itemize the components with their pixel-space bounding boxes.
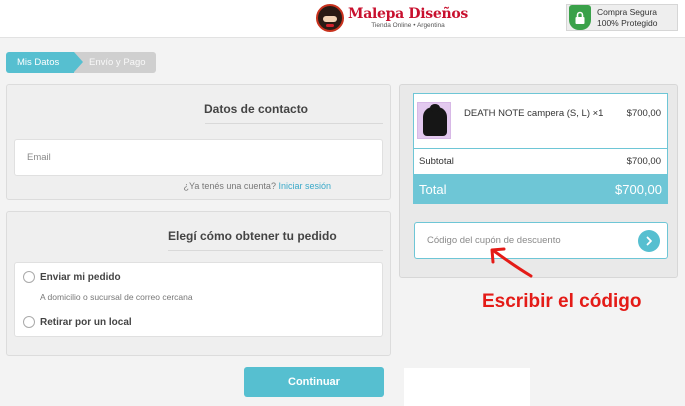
product-name: DEATH NOTE campera (S, L) ×1 (464, 108, 604, 119)
radio-retirar-local[interactable] (23, 316, 35, 328)
option-enviar-pedido[interactable]: Enviar mi pedido (23, 271, 121, 283)
blank-area (404, 368, 530, 406)
logo-mascot-icon (316, 4, 344, 32)
coupon-input[interactable] (414, 222, 668, 259)
shipping-divider (168, 250, 383, 251)
annotation-text: Escribir el código (482, 291, 642, 312)
shipping-title: Elegí cómo obtener tu pedido (168, 229, 337, 243)
subtotal-label: Subtotal (419, 156, 454, 167)
chevron-right-icon (646, 236, 652, 246)
option-label: Retirar por un local (40, 316, 132, 328)
option-label: Enviar mi pedido (40, 271, 121, 283)
total-bar: Total $700,00 (413, 174, 668, 204)
logo-tagline: Tienda Online • Argentina (371, 21, 445, 29)
has-account-text: ¿Ya tenés una cuenta? (183, 181, 276, 191)
login-prompt: ¿Ya tenés una cuenta? Iniciar sesión (184, 181, 331, 191)
step-envio-y-pago[interactable]: Envío y Pago (72, 52, 156, 73)
product-price: $700,00 (626, 108, 661, 119)
radio-enviar-pedido[interactable] (23, 271, 35, 283)
coupon-submit-button[interactable] (638, 230, 660, 252)
top-header: Malepa Diseños Tienda Online • Argentina… (0, 0, 685, 38)
logo-text: Malepa Diseños Tienda Online • Argentina (348, 7, 468, 30)
arrow-up-left-icon (490, 247, 533, 278)
total-label: Total (419, 182, 447, 197)
step-mis-datos[interactable]: Mis Datos (6, 52, 83, 73)
secure-text: Compra Segura 100% Protegido (597, 7, 658, 29)
store-logo[interactable]: Malepa Diseños Tienda Online • Argentina (316, 3, 468, 33)
option-description: A domicilio o sucursal de correo cercana (40, 292, 193, 302)
email-field[interactable] (14, 139, 383, 176)
total-value: $700,00 (615, 182, 662, 197)
lock-shield-icon (569, 5, 591, 30)
summary-divider (414, 148, 667, 149)
continue-button[interactable]: Continuar (244, 367, 384, 397)
login-link[interactable]: Iniciar sesión (278, 181, 331, 191)
secure-line-2: 100% Protegido (597, 17, 658, 28)
subtotal-value: $700,00 (626, 156, 661, 167)
logo-name: Malepa Diseños (348, 5, 468, 22)
contact-divider (205, 123, 383, 124)
secure-purchase-badge: Compra Segura 100% Protegido (566, 4, 678, 31)
contact-title: Datos de contacto (204, 102, 309, 116)
option-retirar-local[interactable]: Retirar por un local (23, 316, 132, 328)
product-image[interactable] (417, 102, 451, 139)
secure-line-1: Compra Segura (597, 6, 658, 17)
shipping-options: Enviar mi pedido A domicilio o sucursal … (14, 262, 383, 337)
